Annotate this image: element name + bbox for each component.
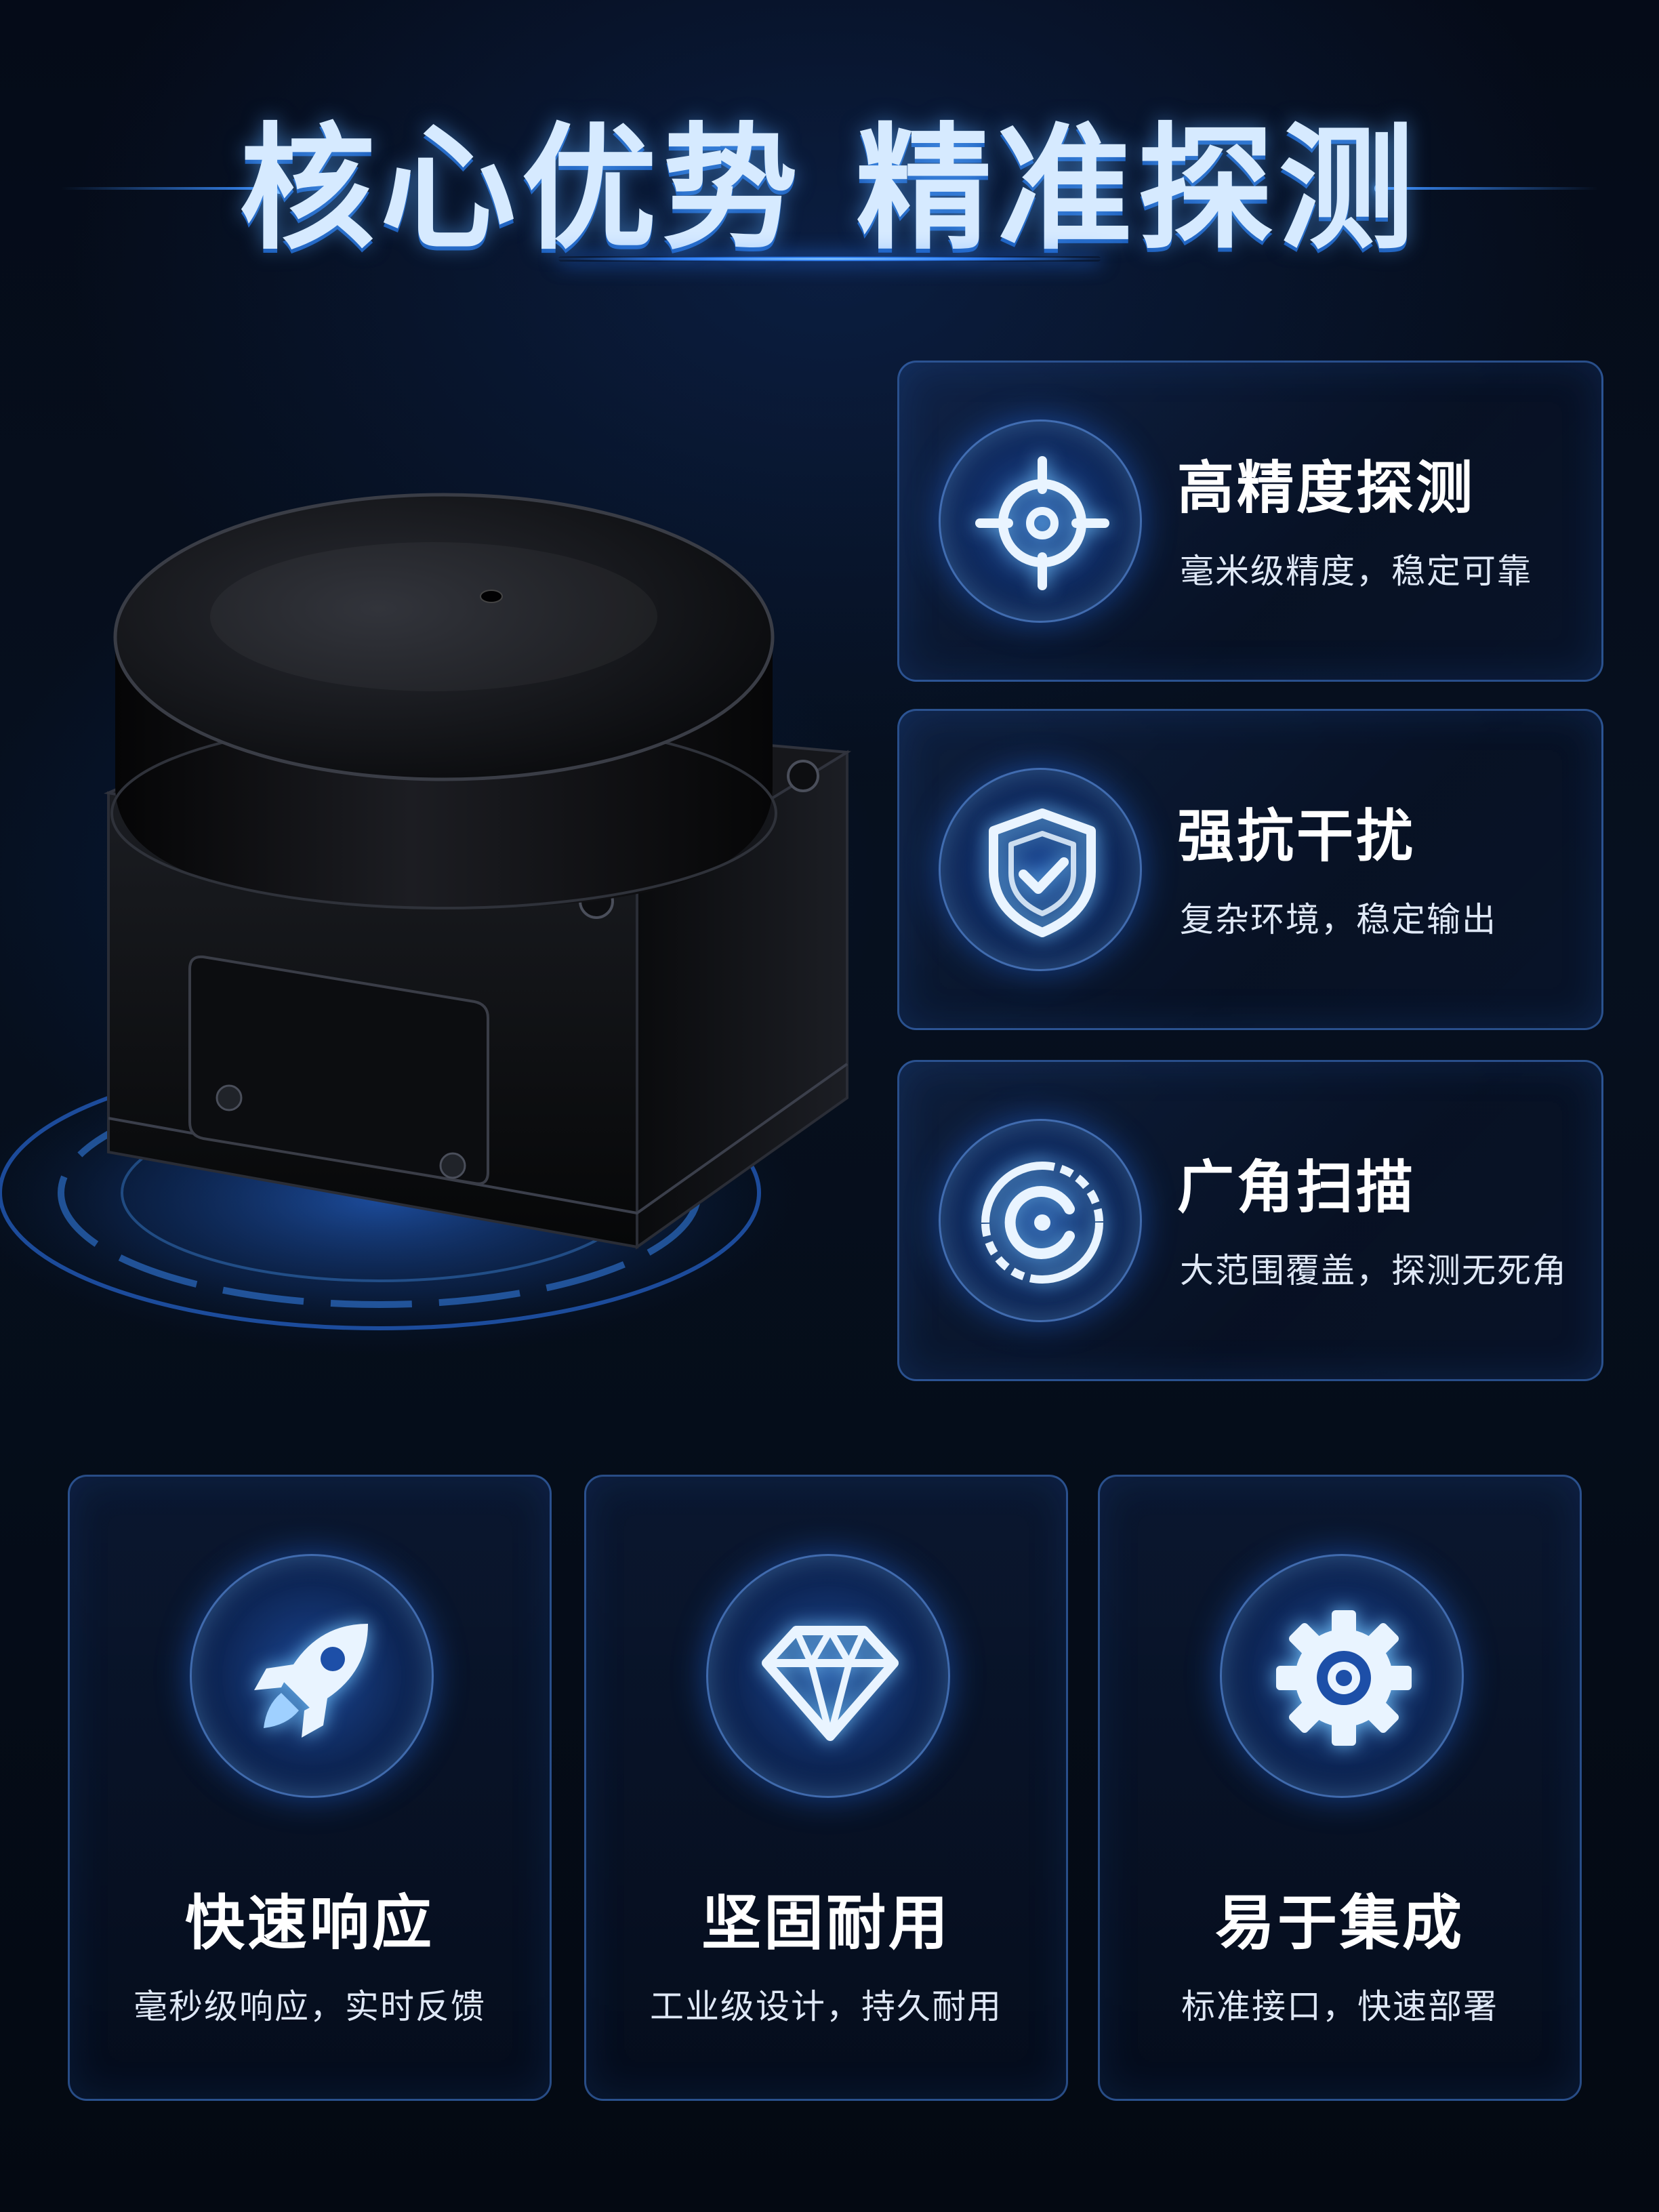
benefit-card-fast-response: 快速响应 毫秒级响应，实时反馈 [68, 1475, 552, 2101]
page-title: 核心优势 精准探测 [239, 110, 1420, 268]
benefit-title: 易于集成 [1214, 1888, 1465, 1958]
feature-description: 复杂环境，稳定输出 [1180, 900, 1497, 939]
feature-title: 广角扫描 [1177, 1154, 1416, 1221]
benefit-description: 标准接口，快速部署 [1181, 1987, 1498, 2026]
benefit-description: 工业级设计，持久耐用 [650, 1987, 1002, 2026]
lidar-sensor-image [0, 493, 852, 1355]
feature-card-anti-interference: 强抗干扰 复杂环境，稳定输出 [897, 709, 1603, 1030]
benefit-description: 毫秒级响应，实时反馈 [134, 1987, 486, 2026]
benefit-card-easy-integration: 易于集成 标准接口，快速部署 [1098, 1475, 1582, 2101]
benefit-title: 快速响应 [184, 1888, 434, 1958]
feature-description: 大范围覆盖，探测无死角 [1180, 1251, 1568, 1290]
feature-title: 强抗干扰 [1177, 803, 1416, 869]
feature-card-wide-angle-scan: 广角扫描 大范围覆盖，探测无死角 [897, 1060, 1603, 1381]
diamond-icon [706, 1554, 950, 1798]
scan-circle-icon [939, 1119, 1142, 1322]
benefit-title: 坚固耐用 [701, 1888, 951, 1958]
title-underline-glow [558, 256, 1101, 262]
shield-check-icon [939, 768, 1142, 971]
benefit-card-durable: 坚固耐用 工业级设计，持久耐用 [584, 1475, 1068, 2101]
feature-description: 毫米级精度，稳定可靠 [1180, 552, 1532, 591]
rocket-icon [190, 1554, 434, 1798]
gear-icon [1220, 1554, 1464, 1798]
crosshair-target-icon [939, 419, 1142, 623]
feature-card-high-precision: 高精度探测 毫米级精度，稳定可靠 [897, 361, 1603, 682]
feature-title: 高精度探测 [1177, 455, 1476, 521]
